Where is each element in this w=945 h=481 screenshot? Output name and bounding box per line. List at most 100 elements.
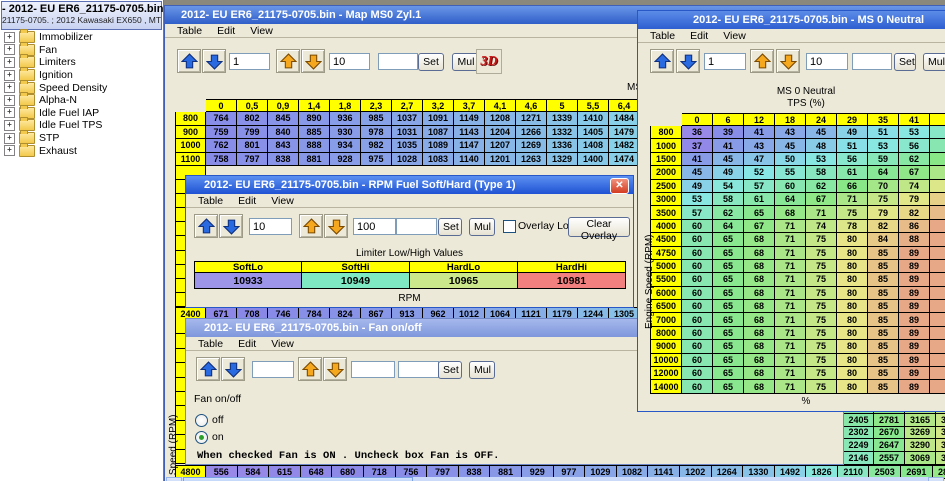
map-cell[interactable]: 1339 <box>547 112 578 126</box>
map-cell[interactable]: 982 <box>361 139 392 153</box>
map-cell[interactable]: 68 <box>744 354 775 367</box>
map-cell[interactable]: 801 <box>237 139 268 153</box>
map-cell[interactable]: 79 <box>899 193 930 206</box>
map-cell[interactable]: 1266 <box>516 126 547 140</box>
map-cell[interactable]: 58 <box>713 193 744 206</box>
increase-small-button[interactable] <box>194 214 218 238</box>
map-cell[interactable]: 838 <box>268 153 299 167</box>
map-cell[interactable]: 3290 <box>905 439 936 452</box>
menu-table[interactable]: Table <box>198 338 223 350</box>
map-cell[interactable] <box>930 220 945 233</box>
map-cell[interactable]: 75 <box>806 354 837 367</box>
map-cell[interactable]: 43 <box>775 126 806 139</box>
map-cell[interactable]: 56 <box>899 139 930 152</box>
increase-large-button[interactable] <box>750 49 774 73</box>
map-cell[interactable]: 985 <box>361 112 392 126</box>
map-cell[interactable]: 79 <box>868 206 899 219</box>
menu-view[interactable]: View <box>271 338 294 350</box>
map-cell[interactable]: 60 <box>775 180 806 193</box>
map-cell[interactable]: 840 <box>268 126 299 140</box>
map-cell[interactable]: 85 <box>868 247 899 260</box>
map-cell[interactable]: 80 <box>837 287 868 300</box>
map-cell[interactable] <box>930 327 945 340</box>
map-cell[interactable]: 80 <box>837 247 868 260</box>
map-cell[interactable]: 49 <box>837 126 868 139</box>
map-cell[interactable]: 1091 <box>423 112 454 126</box>
map-cell[interactable] <box>930 247 945 260</box>
set-value-input[interactable] <box>378 53 418 70</box>
map-cell[interactable]: 54 <box>713 180 744 193</box>
map-cell[interactable]: 43 <box>744 139 775 152</box>
map-cell[interactable]: 1263 <box>516 153 547 167</box>
map-cell[interactable] <box>930 367 945 380</box>
decrease-large-button[interactable] <box>776 49 800 73</box>
menu-table[interactable]: Table <box>650 30 675 42</box>
map-cell[interactable]: 85 <box>868 327 899 340</box>
map-cell[interactable]: 80 <box>837 327 868 340</box>
map-cell[interactable]: 3069 <box>905 452 936 465</box>
map-cell[interactable]: 67 <box>806 193 837 206</box>
map-cell[interactable]: 65 <box>713 300 744 313</box>
map-cell[interactable]: 89 <box>899 260 930 273</box>
expand-plus-icon[interactable]: + <box>4 107 15 118</box>
increase-large-button[interactable] <box>276 49 300 73</box>
map-cell[interactable]: 67 <box>744 220 775 233</box>
map-cell[interactable]: 80 <box>837 233 868 246</box>
map-cell[interactable]: 1208 <box>485 112 516 126</box>
map-cell[interactable]: 1037 <box>392 112 423 126</box>
map-cell[interactable] <box>930 300 945 313</box>
map-cell[interactable]: 80 <box>837 273 868 286</box>
map-cell[interactable]: 65 <box>713 354 744 367</box>
map-cell[interactable]: 60 <box>682 313 713 326</box>
map-cell[interactable]: 49 <box>713 166 744 179</box>
map-cell[interactable]: 51 <box>837 139 868 152</box>
map-cell[interactable]: 928 <box>330 153 361 167</box>
map-cell[interactable]: 89 <box>899 380 930 393</box>
map-cell[interactable]: 36 <box>682 126 713 139</box>
map-cell[interactable]: 89 <box>899 300 930 313</box>
map-cell[interactable]: 1204 <box>485 126 516 140</box>
set-button[interactable]: Set <box>438 218 462 236</box>
map-cell[interactable]: 60 <box>682 327 713 340</box>
map-cell[interactable]: 68 <box>744 327 775 340</box>
menu-edit[interactable]: Edit <box>238 195 256 207</box>
map-cell[interactable]: 65 <box>713 313 744 326</box>
expand-plus-icon[interactable]: + <box>4 70 15 81</box>
map-cell[interactable]: 843 <box>268 139 299 153</box>
map-cell[interactable]: 1028 <box>392 153 423 167</box>
map-cell[interactable]: 71 <box>775 233 806 246</box>
map-cell[interactable]: 82 <box>899 206 930 219</box>
map-cell[interactable]: 888 <box>299 139 330 153</box>
map-cell[interactable]: 71 <box>775 367 806 380</box>
map-cell[interactable]: 75 <box>837 206 868 219</box>
map-cell[interactable]: 1332 <box>547 126 578 140</box>
map-cell[interactable]: 37 <box>682 139 713 152</box>
map-cell[interactable]: 930 <box>330 126 361 140</box>
map-cell[interactable]: 49 <box>682 180 713 193</box>
map-cell[interactable]: 62 <box>899 153 930 166</box>
map-cell[interactable]: 2405 <box>843 414 874 427</box>
map-cell[interactable]: 71 <box>775 340 806 353</box>
map-cell[interactable]: 80 <box>837 340 868 353</box>
set-button[interactable]: Set <box>894 53 916 71</box>
map-cell[interactable]: 75 <box>806 233 837 246</box>
scroll-left-arrow[interactable] <box>166 477 182 481</box>
map-cell[interactable]: 3269 <box>905 427 936 440</box>
menu-table[interactable]: Table <box>198 195 223 207</box>
map-cell[interactable]: 89 <box>899 273 930 286</box>
map-cell[interactable]: 52 <box>744 166 775 179</box>
increase-small-button[interactable] <box>177 49 201 73</box>
map-cell[interactable]: 65 <box>713 233 744 246</box>
clear-overlay-button[interactable]: Clear Overlay <box>568 217 630 237</box>
map-cell[interactable] <box>930 340 945 353</box>
map-cell[interactable]: 55 <box>775 166 806 179</box>
map-cell[interactable]: 1143 <box>454 126 485 140</box>
map-cell[interactable]: 978 <box>361 126 392 140</box>
map-cell[interactable]: 53 <box>682 193 713 206</box>
set-button[interactable]: Set <box>438 361 462 379</box>
map-cell[interactable] <box>930 260 945 273</box>
map-cell[interactable]: 59 <box>868 153 899 166</box>
map-cell[interactable]: 75 <box>806 273 837 286</box>
map-cell[interactable]: 56 <box>837 153 868 166</box>
map-cell[interactable]: 68 <box>744 273 775 286</box>
